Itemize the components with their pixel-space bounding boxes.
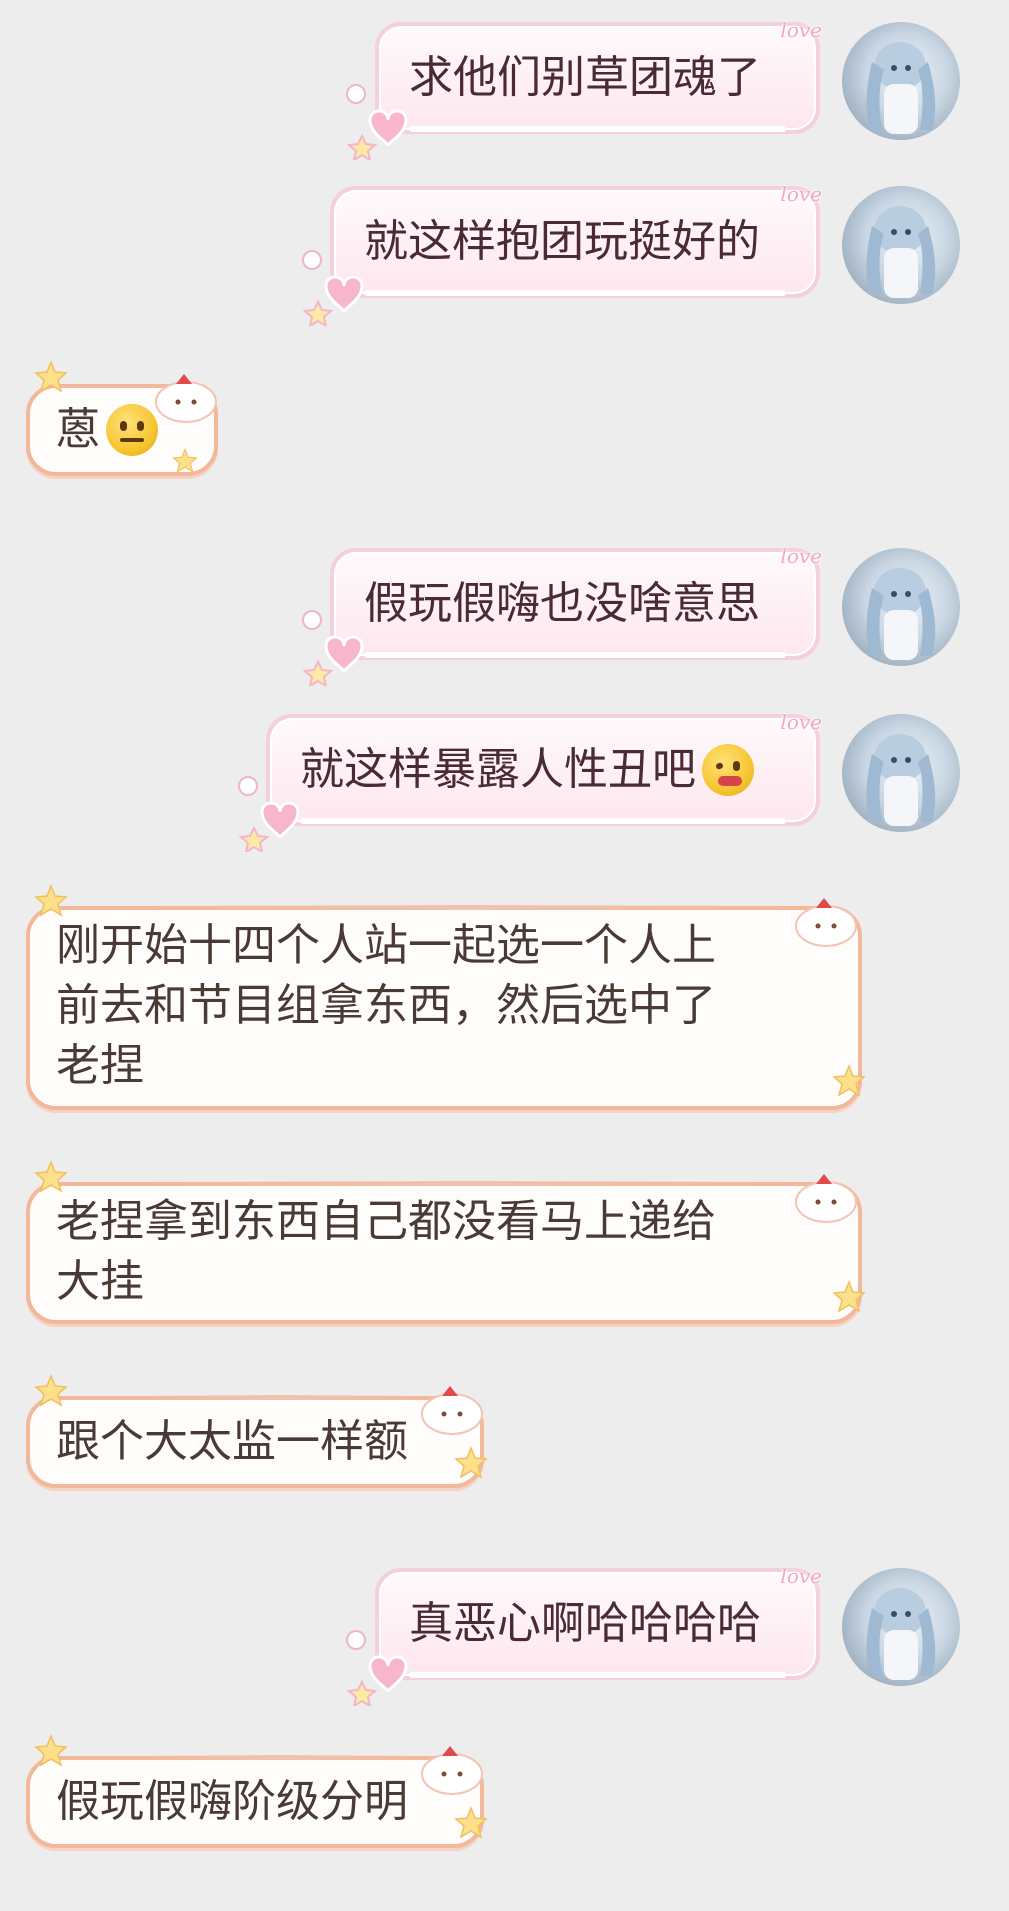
message-text-line: 前去和节目组拿东西，然后选中了 bbox=[56, 980, 716, 1031]
outgoing-bubble[interactable]: 假玩假嗨也没啥意思 love bbox=[330, 544, 822, 660]
love-sticker-label: love bbox=[780, 182, 822, 206]
star-icon bbox=[34, 1374, 68, 1407]
message-text-line: 老捏拿到东西自己都没看马上递给 bbox=[56, 1196, 716, 1247]
message-text: 求他们别草团魂了 bbox=[409, 52, 761, 103]
star-icon bbox=[454, 1446, 488, 1479]
bubble-trim bbox=[364, 652, 786, 658]
bubble-trim bbox=[409, 1672, 786, 1678]
avatar[interactable] bbox=[842, 714, 960, 832]
message-text: 真恶心啊哈哈哈哈 bbox=[409, 1598, 761, 1649]
avatar[interactable] bbox=[842, 1568, 960, 1686]
message-text-line: 大挂 bbox=[56, 1256, 144, 1307]
star-icon bbox=[172, 448, 198, 473]
avatar-figure-icon bbox=[866, 206, 936, 298]
star-icon bbox=[34, 884, 68, 917]
heart-decoration-icon bbox=[346, 84, 408, 160]
star-icon bbox=[34, 1160, 68, 1193]
heart-decoration-icon bbox=[238, 776, 300, 852]
love-sticker-label: love bbox=[780, 18, 822, 42]
message-text: 蒽 bbox=[56, 404, 100, 455]
cat-decoration-icon bbox=[421, 1746, 483, 1795]
heart-decoration-icon bbox=[346, 1630, 408, 1706]
heart-decoration-icon bbox=[302, 250, 364, 326]
bubble-trim bbox=[140, 905, 798, 910]
love-sticker-label: love bbox=[780, 544, 822, 568]
bubble-trim bbox=[364, 290, 786, 296]
incoming-bubble[interactable]: 老捏拿到东西自己都没看马上递给 大挂 bbox=[26, 1181, 862, 1324]
star-icon bbox=[832, 1280, 866, 1313]
bubble-trim bbox=[140, 1755, 420, 1760]
message-text: 就这样暴露人性丑吧 bbox=[300, 744, 696, 795]
message-text: 就这样抱团玩挺好的 bbox=[364, 216, 760, 267]
outgoing-bubble[interactable]: 求他们别草团魂了 love bbox=[375, 18, 822, 134]
star-icon bbox=[34, 1734, 68, 1767]
avatar-figure-icon bbox=[866, 1588, 936, 1680]
message-text: 跟个大太监一样额 bbox=[56, 1416, 408, 1467]
yum-face-emoji-icon bbox=[702, 744, 754, 796]
cat-decoration-icon bbox=[421, 1386, 483, 1435]
message-text: 假玩假嗨也没啥意思 bbox=[364, 578, 760, 629]
avatar[interactable] bbox=[842, 186, 960, 304]
star-icon bbox=[832, 1064, 866, 1097]
avatar[interactable] bbox=[842, 22, 960, 140]
message-text: 假玩假嗨阶级分明 bbox=[56, 1776, 408, 1827]
star-icon bbox=[454, 1806, 488, 1839]
cat-decoration-icon bbox=[795, 898, 857, 947]
cat-decoration-icon bbox=[155, 374, 217, 423]
bubble-trim bbox=[409, 126, 786, 132]
message-text-line: 刚开始十四个人站一起选一个人上 bbox=[56, 920, 716, 971]
outgoing-bubble[interactable]: 就这样抱团玩挺好的 love bbox=[330, 182, 822, 298]
chat-message-list: 求他们别草团魂了 love 就这样抱团玩挺好的 love 蒽 假玩假嗨也没啥意思… bbox=[0, 0, 1009, 1911]
outgoing-bubble[interactable]: 就这样暴露人性丑吧 love bbox=[266, 710, 822, 826]
bubble-trim bbox=[140, 1181, 798, 1186]
avatar[interactable] bbox=[842, 548, 960, 666]
bubble-trim bbox=[300, 818, 786, 824]
heart-decoration-icon bbox=[302, 610, 364, 686]
cat-decoration-icon bbox=[795, 1174, 857, 1223]
avatar-figure-icon bbox=[866, 734, 936, 826]
message-text-line: 老捏 bbox=[56, 1040, 144, 1091]
star-icon bbox=[34, 360, 68, 393]
love-sticker-label: love bbox=[780, 710, 822, 734]
avatar-figure-icon bbox=[866, 42, 936, 134]
avatar-figure-icon bbox=[866, 568, 936, 660]
incoming-bubble[interactable]: 刚开始十四个人站一起选一个人上 前去和节目组拿东西，然后选中了 老捏 bbox=[26, 905, 862, 1110]
bubble-trim bbox=[140, 1395, 420, 1400]
love-sticker-label: love bbox=[780, 1564, 822, 1588]
outgoing-bubble[interactable]: 真恶心啊哈哈哈哈 love bbox=[375, 1564, 822, 1680]
